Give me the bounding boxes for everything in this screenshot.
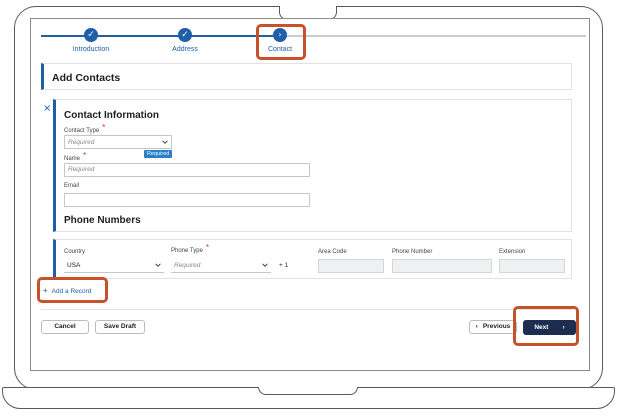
- country-value: USA: [67, 262, 81, 269]
- chevron-left-icon: ‹: [475, 323, 478, 330]
- area-code-input[interactable]: [318, 259, 384, 273]
- contact-information-card: Contact Information Contact Type * Requir…: [53, 99, 572, 232]
- plus-icon: +: [43, 286, 48, 295]
- contact-information-title: Contact Information: [64, 110, 159, 121]
- country-select[interactable]: USA: [64, 259, 164, 273]
- extension-label: Extension: [499, 249, 526, 255]
- phone-record-card: Country USA Phone Type * Required + 1 Are…: [53, 239, 572, 279]
- page-title: Add Contacts: [52, 72, 121, 84]
- area-code-label: Area Code: [318, 249, 347, 255]
- email-label: Email: [64, 183, 80, 189]
- step-contact[interactable]: › Contact: [230, 28, 330, 53]
- chevron-right-icon: ›: [562, 324, 565, 331]
- required-asterisk: *: [205, 243, 210, 252]
- email-input[interactable]: [64, 193, 310, 207]
- phone-type-placeholder: Required: [174, 262, 201, 269]
- chevron-down-icon: [162, 140, 168, 144]
- step-label: Address: [172, 46, 198, 53]
- step-introduction[interactable]: ✓ Introduction: [41, 28, 141, 53]
- chevron-right-icon: ›: [273, 28, 287, 42]
- save-draft-button[interactable]: Save Draft: [95, 320, 145, 334]
- laptop-base-notch: [258, 387, 358, 395]
- contact-type-select[interactable]: Required: [64, 135, 172, 149]
- check-icon: ✓: [178, 28, 192, 42]
- previous-label: Previous: [482, 323, 511, 330]
- country-code: + 1: [279, 262, 289, 269]
- footer-divider: [41, 309, 572, 310]
- country-label: Country: [64, 249, 86, 255]
- extension-input[interactable]: [499, 259, 565, 273]
- phone-number-input[interactable]: [392, 259, 492, 273]
- phone-type-select[interactable]: Required: [171, 259, 271, 273]
- step-address[interactable]: ✓ Address: [135, 28, 235, 53]
- next-button[interactable]: Next ›: [523, 320, 576, 335]
- close-icon[interactable]: ×: [43, 103, 51, 114]
- required-tooltip: Required: [144, 150, 173, 158]
- cancel-button[interactable]: Cancel: [41, 320, 89, 334]
- required-asterisk: *: [83, 151, 87, 160]
- contact-type-placeholder: Required: [68, 139, 95, 146]
- chevron-down-icon: [262, 263, 268, 267]
- name-input[interactable]: Required: [64, 163, 310, 177]
- check-icon: ✓: [84, 28, 98, 42]
- page-header-card: Add Contacts: [41, 63, 572, 90]
- add-record-link[interactable]: + Add a Record: [43, 286, 91, 295]
- app-screen: ✓ Introduction ✓ Address › Contact Add C…: [30, 18, 590, 371]
- phone-number-label: Phone Number: [392, 249, 433, 255]
- next-label: Next: [534, 324, 549, 331]
- contact-type-label: Contact Type *: [64, 123, 106, 134]
- required-asterisk: *: [102, 123, 106, 132]
- step-label: Contact: [267, 46, 293, 53]
- previous-button[interactable]: ‹ Previous: [469, 320, 517, 334]
- add-record-label: Add a Record: [51, 288, 92, 295]
- name-label: Name *: [64, 151, 87, 162]
- phone-type-label: Phone Type *: [171, 243, 210, 254]
- step-label: Introduction: [72, 46, 110, 53]
- phone-numbers-title: Phone Numbers: [64, 215, 141, 226]
- chevron-down-icon: [155, 263, 161, 267]
